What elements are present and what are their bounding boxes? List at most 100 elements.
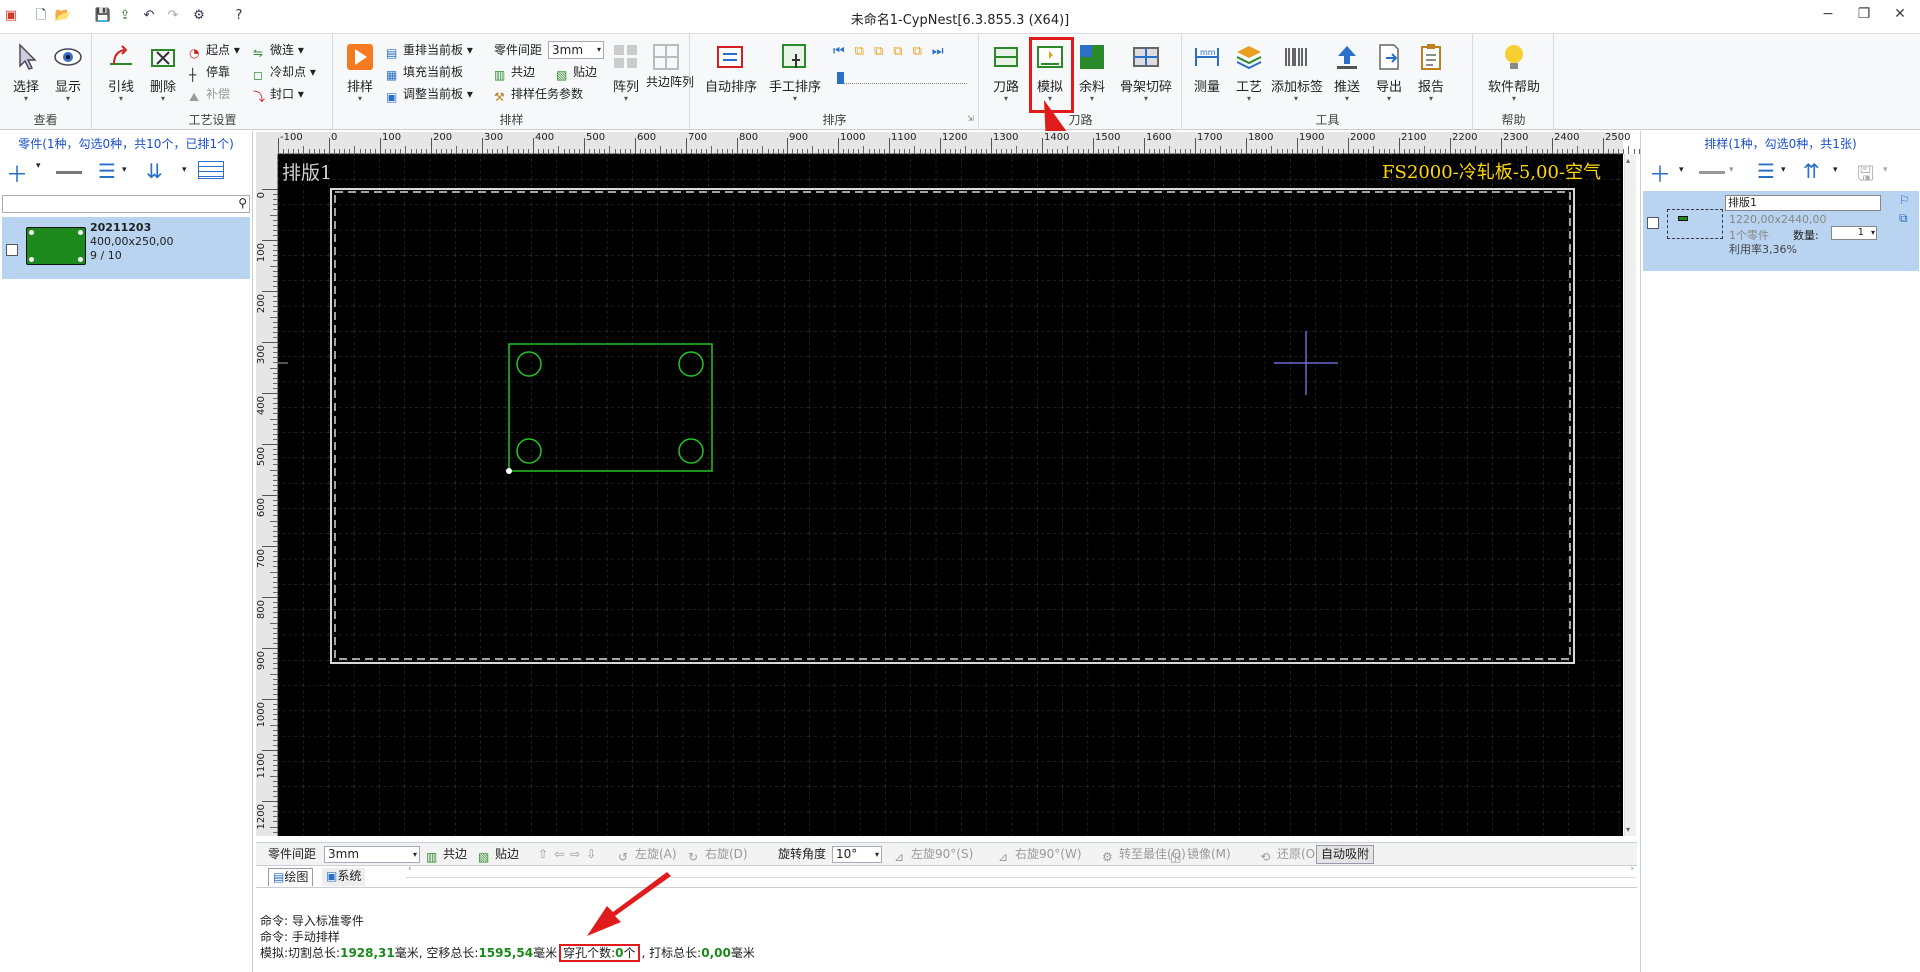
sheet-sort-dropdown-icon[interactable]: ▾ [1833,165,1838,175]
sort-slider-thumb[interactable] [837,72,844,84]
mirror-button[interactable]: ◫ 镜像(M) [1170,844,1231,864]
search-icon[interactable]: ⚲ [238,196,247,210]
sheet-save-dropdown-icon[interactable]: ▾ [1883,165,1888,175]
sheet-sort-icon[interactable]: ⇈ [1803,159,1820,183]
add-sheet-icon[interactable]: ＋ [1649,157,1671,189]
bottom-spacing-select[interactable]: 3mm ▾ [324,846,420,863]
report-button[interactable]: 报告 ▾ [1411,40,1451,106]
scroll-down-icon[interactable]: ▾ [1626,825,1630,834]
stop-point-button[interactable]: ┼ 停靠 [189,62,230,82]
sort-step2-icon[interactable]: ⧉ [874,44,893,59]
common-edge-button[interactable]: ▥ 共边 [494,62,535,82]
minimize-button[interactable]: − [1816,6,1840,26]
export-button[interactable]: 导出 ▾ [1369,40,1409,106]
sort-step3-icon[interactable]: ⧉ [893,44,912,59]
remove-sheet-dropdown-icon[interactable]: ▾ [1729,165,1734,175]
canvas-vertical-scrollbar[interactable]: ▴ ▾ [1624,154,1636,836]
start-point-button[interactable]: ◔ 起点 ▾ [189,40,240,60]
part-search-input[interactable]: ⚲ [2,195,250,213]
lead-button[interactable]: 引线 ▾ [101,40,141,106]
list-view-dropdown-icon[interactable]: ▾ [122,165,127,175]
measure-button[interactable]: mm 测量 [1187,40,1227,106]
sheet-save-icon[interactable]: 🖫 [1857,159,1874,193]
sheet-lock-icon[interactable]: ⚐ [1899,193,1910,207]
tab-system[interactable]: ▣系统 [322,868,366,886]
scroll-right-icon[interactable]: › [1630,864,1634,874]
list-item[interactable]: 排版1 1220,00x2440,00 1个零件 数量: 1 ▾ 利用率3,36%… [1643,191,1919,271]
rotate-right-90-button[interactable]: ⊿ 右旋90°(W) [998,844,1082,864]
auto-sort-button[interactable]: 自动排序 [705,40,757,106]
remove-part-icon[interactable] [56,171,82,174]
delete-button[interactable]: 删除 ▾ [143,40,183,106]
list-view-icon[interactable]: ☰ [98,159,116,183]
select-button[interactable]: 选择 ▾ [6,40,46,106]
sheet-qty-input[interactable]: 1 ▾ [1831,226,1877,240]
scroll-left-icon[interactable]: ‹ [408,864,412,874]
remove-sheet-icon[interactable] [1699,171,1725,174]
push-button[interactable]: 推送 ▾ [1327,40,1367,106]
renest-current-button[interactable]: ▤ 重排当前板 ▾ [386,40,473,60]
toolpath-button[interactable]: 刀路 ▾ [986,40,1026,106]
move-down-icon[interactable]: ⇩ [586,847,602,861]
bottom-common-edge-button[interactable]: ▥ 共边 [426,844,467,864]
sort-step-icon[interactable]: ⧉ [855,44,874,59]
software-help-button[interactable]: 软件帮助 ▾ [1486,40,1542,106]
add-part-dropdown-icon[interactable]: ▾ [36,161,41,171]
part-spacing-select[interactable]: 3mm ▾ [548,41,604,59]
compensation-button[interactable]: ⛰ 补偿 [189,84,230,104]
angle-dropdown-icon[interactable]: ▾ [875,847,879,862]
micro-joint-button[interactable]: ⇋ 微连 ▾ [253,40,304,60]
sheet-list-dropdown-icon[interactable]: ▾ [1781,165,1786,175]
rotate-left-90-button[interactable]: ⊿ 左旋90°(S) [894,844,973,864]
sort-icon[interactable]: ⇊ [146,159,163,183]
rotate-left-button[interactable]: ↺ 左旋(A) [618,844,677,864]
stick-edge-icon: ▧ [478,850,490,864]
move-left-icon[interactable]: ⇦ [554,847,570,861]
auto-snap-toggle[interactable]: 自动吸附 [1316,845,1375,864]
sheet-edit-icon[interactable]: ⧉ [1899,211,1908,226]
add-sheet-dropdown-icon[interactable]: ▾ [1679,165,1684,175]
common-array-button[interactable]: 共边阵列 [646,40,694,106]
scroll-up-icon[interactable]: ▴ [1626,156,1630,165]
spacing-dropdown-icon[interactable]: ▾ [413,847,417,862]
add-label-button[interactable]: 添加标签 ▾ [1271,40,1323,106]
close-button[interactable]: ✕ [1888,6,1912,26]
move-arrows[interactable]: ⇧⇦⇨⇩ [538,844,602,864]
sheet-list-view-icon[interactable]: ☰ [1757,159,1775,183]
stick-edge-button[interactable]: ▧ 贴边 [556,62,597,82]
sort-dropdown-icon[interactable]: ▾ [182,165,187,175]
sheet-checkbox[interactable] [1647,217,1659,229]
restore-transform-button[interactable]: ⟲ 还原(O) [1260,844,1320,864]
add-part-icon[interactable]: ＋ [6,157,28,189]
cooling-point-button[interactable]: ◻ 冷却点 ▾ [253,62,316,82]
move-right-icon[interactable]: ⇨ [570,847,586,861]
part-checkbox[interactable] [6,244,18,256]
array-button[interactable]: 阵列 ▾ [606,40,646,106]
fill-current-button[interactable]: ▦ 填充当前板 [386,62,463,82]
drawing-canvas[interactable]: 排版1 FS2000-冷轧板-5,00-空气 [278,154,1623,836]
seal-button[interactable]: ⤵ 封口 ▾ [253,84,304,104]
manual-sort-button[interactable]: 手工排序 ▾ [769,40,821,106]
table-view-icon[interactable] [198,161,224,179]
sort-step4-icon[interactable]: ⧉ [913,44,932,59]
qty-dropdown-icon[interactable]: ▾ [1871,227,1875,239]
nest-button[interactable]: 排样 ▾ [340,40,380,106]
restore-button[interactable]: ❐ [1852,6,1876,26]
move-up-icon[interactable]: ⇧ [538,847,554,861]
rotate-right-button[interactable]: ↻ 右旋(D) [688,844,748,864]
craft-button[interactable]: 工艺 ▾ [1229,40,1269,106]
tab-drawing[interactable]: ▤绘图 [268,868,314,886]
remnant-button[interactable]: 余料 ▾ [1072,40,1112,106]
display-button[interactable]: 显示 ▾ [48,40,88,106]
first-icon[interactable]: ⏮ [833,44,855,59]
list-item[interactable]: 20211203 400,00x250,00 9 / 10 [2,217,250,279]
sheet-name-field[interactable]: 排版1 [1725,195,1881,211]
rotation-angle-select[interactable]: 10° ▾ [832,846,882,863]
sort-slider[interactable] [837,72,967,84]
last-icon[interactable]: ⏭ [932,44,954,59]
sort-order-controls[interactable]: ⏮⧉⧉⧉⧉⏭ [833,42,954,62]
adjust-current-button[interactable]: ▣ 调整当前板 ▾ [386,84,473,104]
task-params-button[interactable]: ⚒ 排样任务参数 [494,84,583,104]
bottom-stick-edge-button[interactable]: ▧ 贴边 [478,844,519,864]
skeleton-cut-button[interactable]: 骨架切碎 ▾ [1118,40,1174,106]
